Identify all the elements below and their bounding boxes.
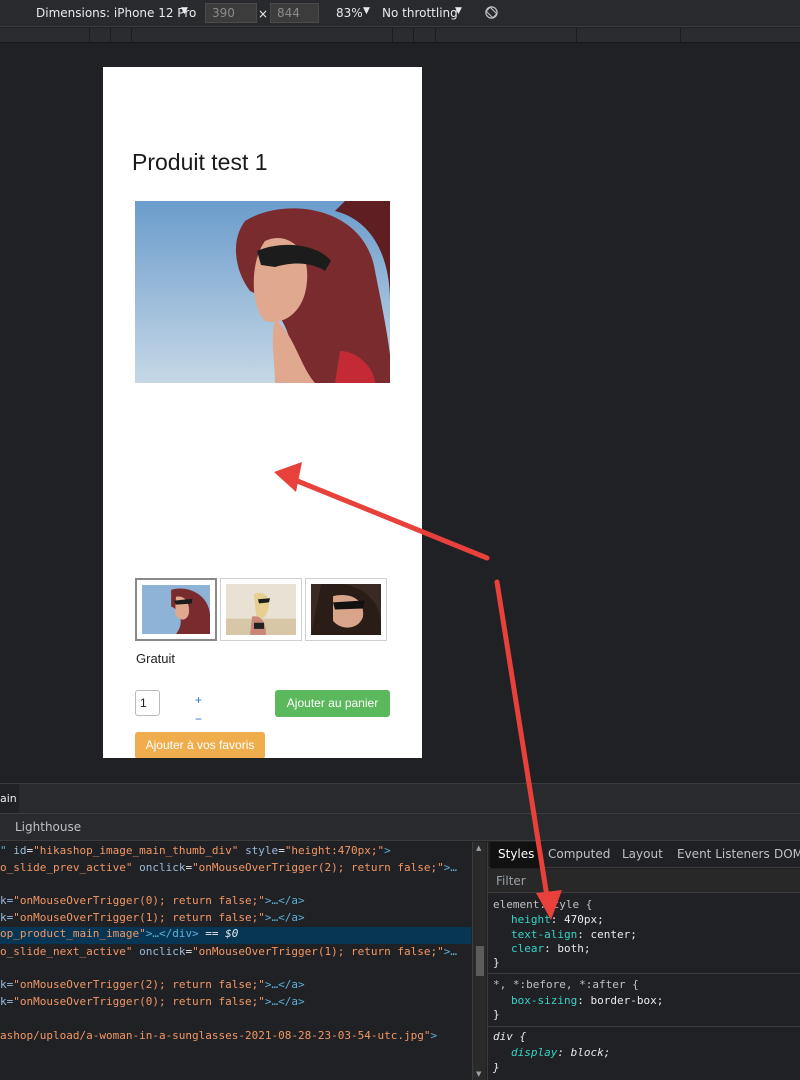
css-declaration[interactable]: display: block;: [511, 1046, 610, 1059]
add-to-cart-button[interactable]: Ajouter au panier: [275, 690, 390, 717]
tab-dom[interactable]: DOM: [774, 847, 800, 861]
panel-tabs: Lighthouse: [0, 813, 800, 841]
thumbnail-2[interactable]: [220, 578, 302, 641]
chevron-down-icon[interactable]: ▼: [455, 6, 462, 16]
dom-node-line[interactable]: k="onMouseOverTrigger(0); return false;"…: [0, 894, 305, 907]
thumbnail-1[interactable]: [135, 578, 217, 641]
elements-scrollbar[interactable]: ▲ ▼: [472, 842, 486, 1080]
quantity-plus-button[interactable]: +: [195, 693, 202, 707]
height-input[interactable]: [270, 3, 319, 23]
dom-node-line[interactable]: " id="hikashop_image_main_thumb_div" sty…: [0, 844, 391, 857]
tab-event-listeners[interactable]: Event Listeners: [677, 847, 770, 861]
css-declaration[interactable]: text-align: center;: [511, 928, 637, 941]
thumbnail-image: [142, 585, 210, 634]
tab-lighthouse[interactable]: Lighthouse: [15, 820, 81, 834]
rule-divider: [488, 1026, 800, 1027]
media-query-ruler[interactable]: [0, 28, 800, 43]
drawer-bar: ain: [0, 783, 800, 814]
rotate-icon[interactable]: [484, 5, 499, 20]
tab-computed[interactable]: Computed: [548, 847, 610, 861]
elements-panel: " id="hikashop_image_main_thumb_div" sty…: [0, 842, 471, 1080]
device-viewport: Produit test 1 Gratuit 1 + − Ajouter au …: [103, 67, 422, 758]
dom-node-line[interactable]: o_slide_next_active" onclick="onMouseOve…: [0, 945, 457, 958]
dom-node-line[interactable]: o_slide_prev_active" onclick="onMouseOve…: [0, 861, 457, 874]
selected-dom-node-line[interactable]: op_product_main_image">…</div> == $0: [0, 927, 471, 944]
tab-styles[interactable]: Styles: [490, 842, 543, 868]
scroll-up-icon[interactable]: ▲: [476, 844, 481, 852]
dom-node-line[interactable]: k="onMouseOverTrigger(0); return false;"…: [0, 995, 305, 1008]
device-dimensions-dropdown[interactable]: Dimensions: iPhone 12 Pro: [36, 6, 196, 20]
css-declaration[interactable]: clear: both;: [511, 942, 591, 955]
add-to-favorites-button[interactable]: Ajouter à vos favoris: [135, 732, 265, 758]
dom-node-line[interactable]: k="onMouseOverTrigger(2); return false;"…: [0, 978, 305, 991]
thumbnail-image: [311, 584, 381, 635]
thumbnail-image: [226, 584, 296, 635]
scrollbar-thumb[interactable]: [476, 946, 484, 976]
css-declaration[interactable]: box-sizing: border-box;: [511, 994, 663, 1007]
css-rule-close: }: [493, 956, 500, 969]
css-rule-close: }: [493, 1008, 500, 1021]
zoom-dropdown[interactable]: 83%: [336, 6, 363, 20]
device-toolbar: Dimensions: iPhone 12 Pro ▼ × 83% ▼ No t…: [0, 0, 800, 27]
scroll-down-icon[interactable]: ▼: [476, 1070, 481, 1078]
css-rule-universal: *, *:before, *:after {: [493, 978, 639, 991]
product-main-image[interactable]: [135, 201, 390, 383]
styles-tabs: Styles Computed Layout Event Listeners D…: [488, 842, 800, 868]
times-sign: ×: [258, 7, 269, 21]
dom-node-line[interactable]: ashop/upload/a-woman-in-a-sunglasses-202…: [0, 1029, 437, 1042]
css-rule-element-style: element.style {: [493, 898, 593, 911]
quantity-minus-button[interactable]: −: [195, 712, 202, 726]
width-input[interactable]: [205, 3, 257, 23]
css-rule-close: }: [493, 1061, 500, 1074]
woman-sunglasses-photo: [135, 201, 390, 383]
dom-node-line[interactable]: k="onMouseOverTrigger(1); return false;"…: [0, 911, 305, 924]
chevron-down-icon[interactable]: ▼: [363, 6, 370, 16]
thumbnail-3[interactable]: [305, 578, 387, 641]
product-title: Produit test 1: [132, 149, 268, 175]
css-declaration[interactable]: height: 470px;: [511, 913, 604, 926]
quantity-input[interactable]: [135, 690, 160, 716]
styles-pane: Styles Computed Layout Event Listeners D…: [487, 842, 800, 1080]
rule-divider: [488, 973, 800, 974]
product-price: Gratuit: [136, 651, 176, 666]
throttling-dropdown[interactable]: No throttling: [382, 6, 458, 20]
tab-layout[interactable]: Layout: [622, 847, 663, 861]
drawer-tab[interactable]: ain: [0, 784, 19, 814]
chevron-down-icon[interactable]: ▼: [181, 6, 188, 16]
styles-filter-input[interactable]: Filter: [488, 869, 800, 893]
css-rule-div: div {: [493, 1030, 527, 1043]
